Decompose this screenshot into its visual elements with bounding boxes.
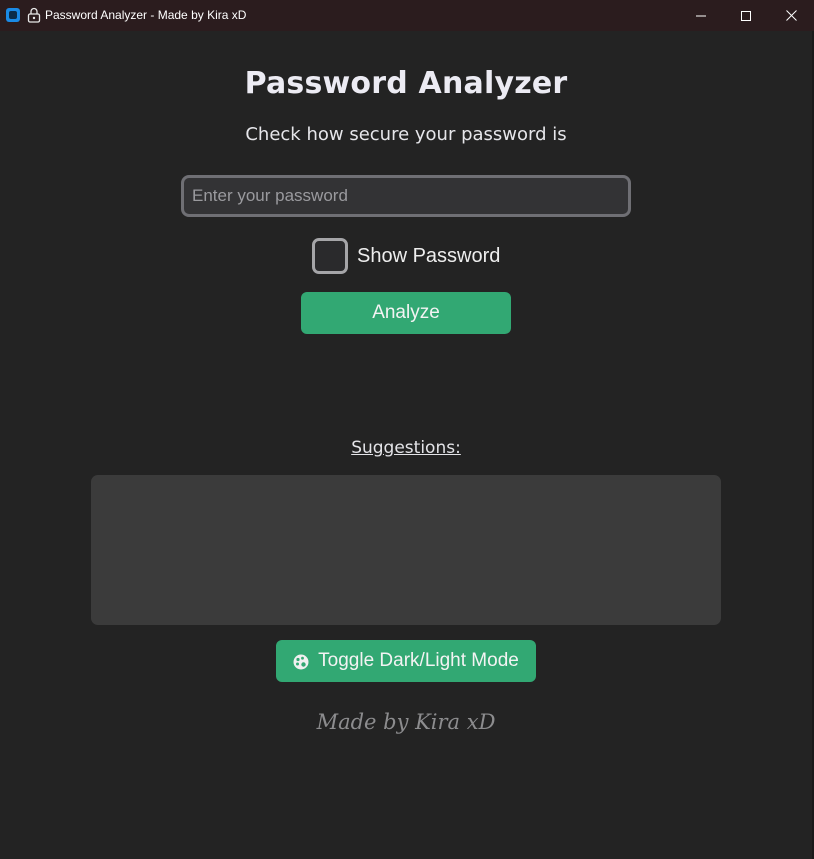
page-title: Password Analyzer <box>244 66 568 101</box>
maximize-icon <box>741 10 751 21</box>
suggestions-label: Suggestions: <box>351 438 461 458</box>
toggle-theme-label: Toggle Dark/Light Mode <box>318 650 519 671</box>
maximize-button[interactable] <box>723 0 769 31</box>
footer-credit: Made by Kira xD <box>316 710 496 734</box>
page-subtitle: Check how secure your password is <box>245 124 567 145</box>
show-password-checkbox[interactable] <box>312 238 348 274</box>
close-button[interactable] <box>768 0 814 31</box>
close-icon <box>785 10 797 21</box>
password-input[interactable] <box>181 175 631 217</box>
minimize-button[interactable] <box>678 0 724 31</box>
show-password-row[interactable]: Show Password <box>312 238 500 274</box>
suggestions-box <box>91 475 721 625</box>
app-window: Password Analyzer - Made by Kira xD Pass… <box>0 0 814 859</box>
toggle-theme-button[interactable]: Toggle Dark/Light Mode <box>276 640 536 682</box>
minimize-icon <box>696 15 706 16</box>
lock-emoji-icon <box>27 7 41 23</box>
analyze-button[interactable]: Analyze <box>301 292 511 334</box>
app-icon <box>6 8 20 22</box>
show-password-label[interactable]: Show Password <box>357 245 500 268</box>
window-title: Password Analyzer - Made by Kira xD <box>45 8 247 22</box>
palette-icon <box>293 654 309 670</box>
title-bar[interactable]: Password Analyzer - Made by Kira xD <box>0 0 814 31</box>
